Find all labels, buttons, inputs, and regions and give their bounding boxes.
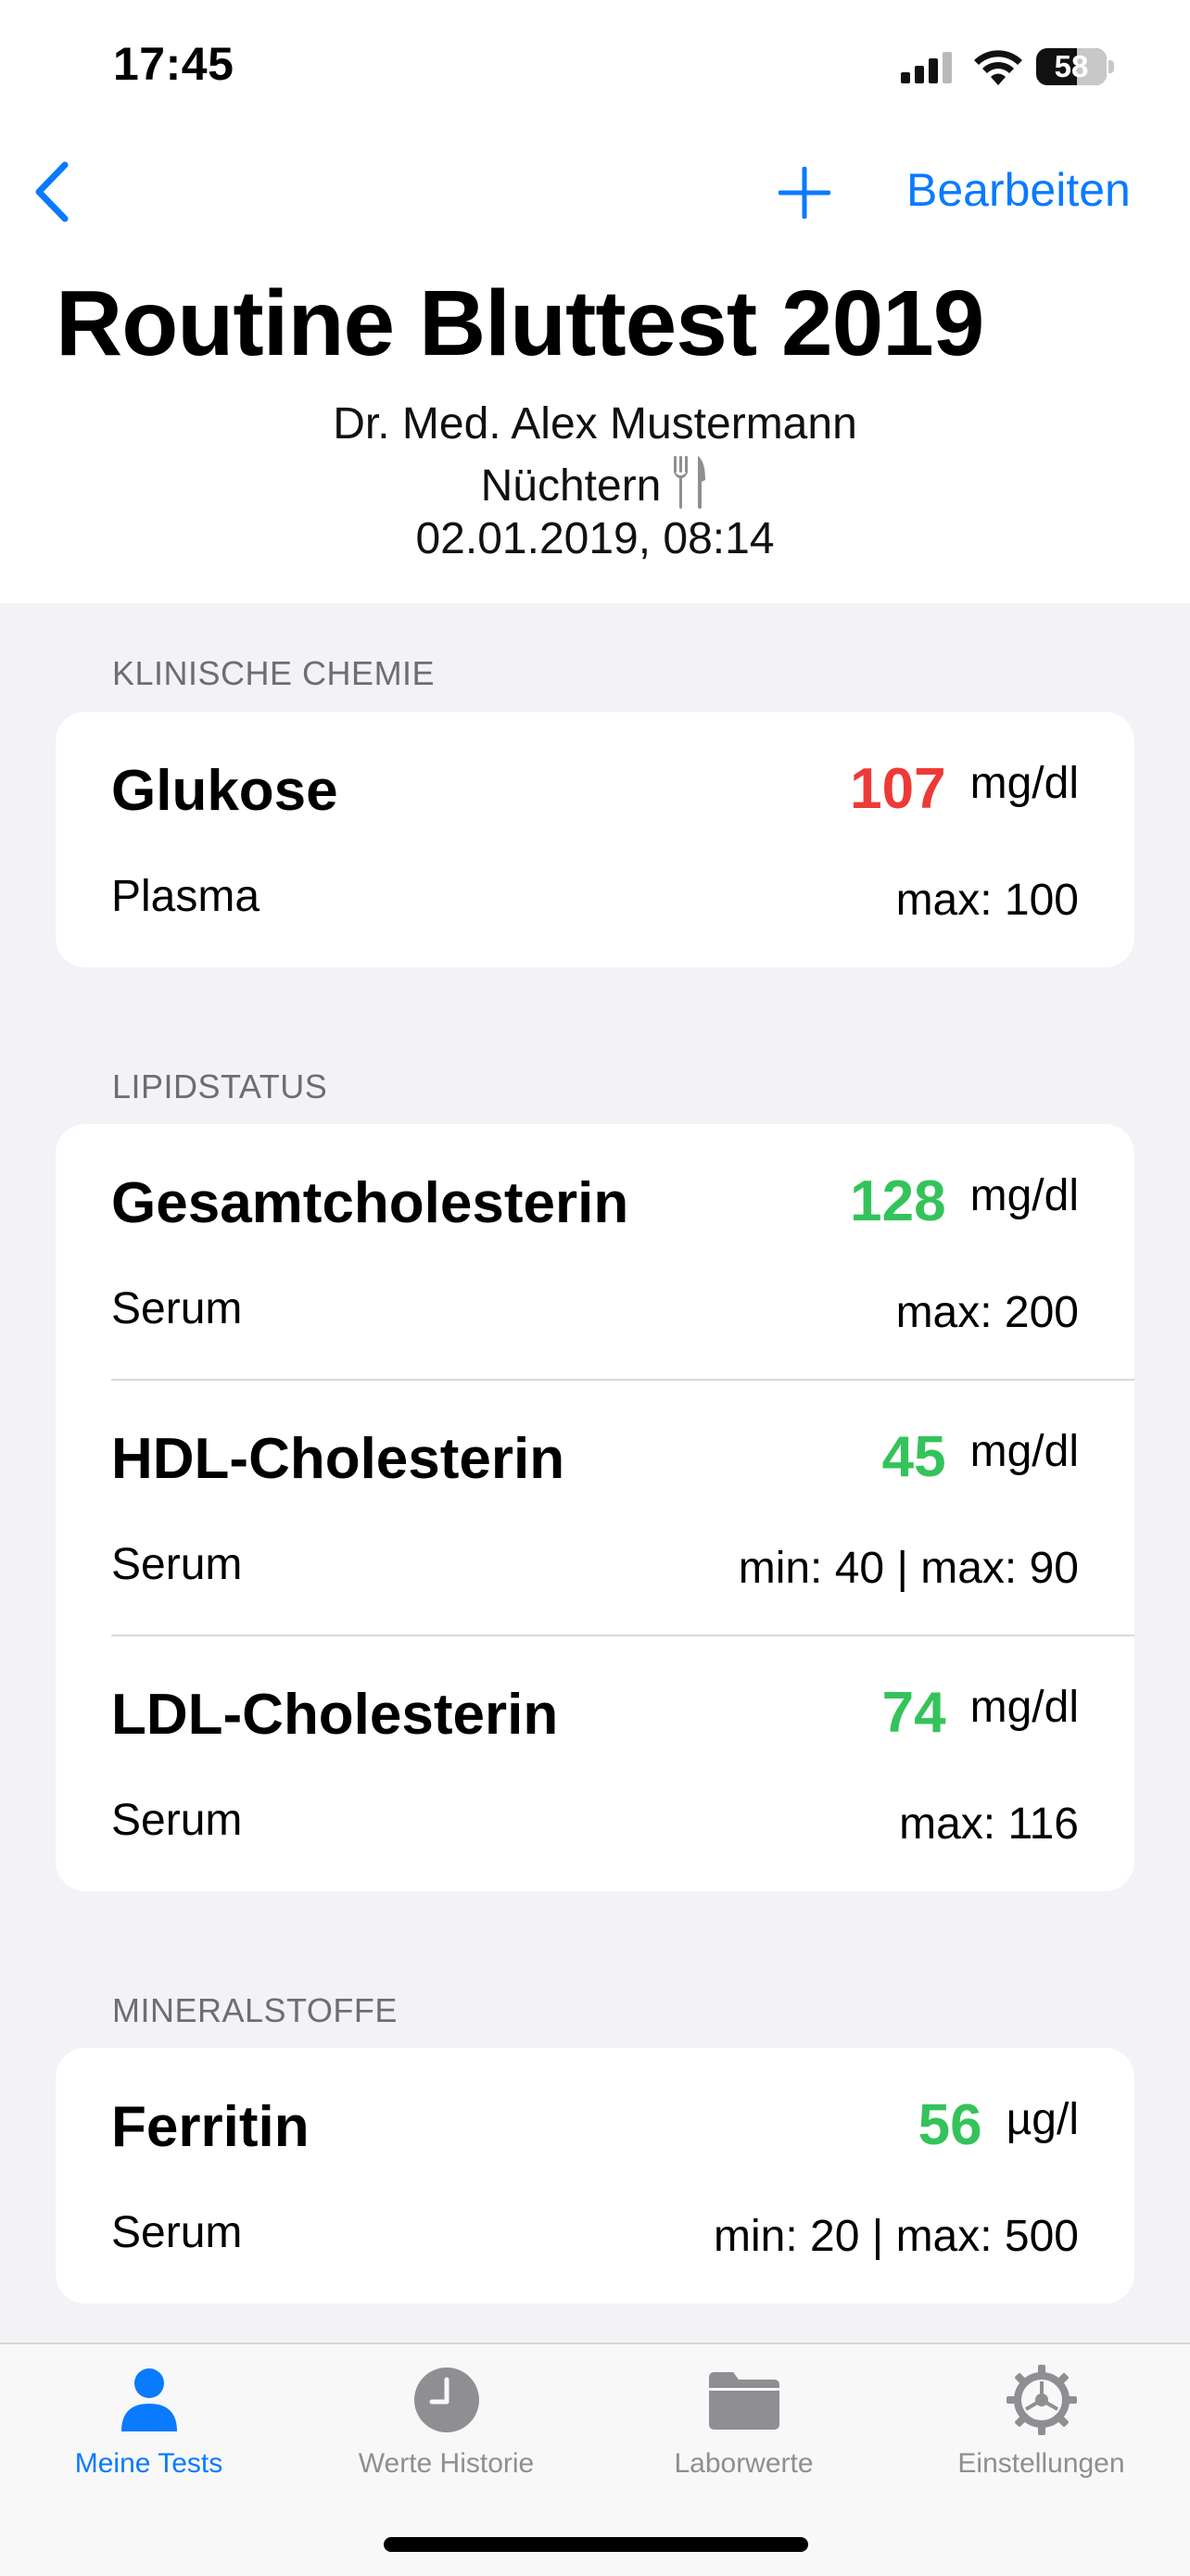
wifi-icon [974,50,1022,85]
fasting-status: Nüchtern [0,456,1190,511]
lab-value-name: Gesamtcholesterin [111,1171,629,1235]
home-indicator [384,2537,808,2552]
tab-laborwerte[interactable]: Laborwerte [595,2363,892,2480]
edit-button[interactable]: Bearbeiten [906,163,1131,217]
lab-value-row[interactable]: Glukose 107 mg/dl Plasma max: 100 [56,712,1134,967]
section-card-lipidstatus: Gesamtcholesterin 128 mg/dl Serum max: 2… [56,1124,1134,1891]
lab-value-sample: Plasma [111,872,260,921]
lab-value-unit: mg/dl [969,1171,1079,1220]
lab-value-range: min: 40 | max: 90 [738,1544,1079,1593]
gear-icon [1006,2365,1077,2435]
lab-value-row[interactable]: Gesamtcholesterin 128 mg/dl Serum max: 2… [56,1124,1134,1380]
battery-level: 58 [1054,49,1089,83]
lab-value-range: max: 200 [895,1288,1079,1337]
lab-value-sample: Serum [111,1796,243,1845]
lab-value-unit: mg/dl [969,759,1079,808]
lab-value-name: Ferritin [111,2095,310,2159]
lab-value-range: max: 116 [899,1799,1079,1849]
folder-icon [708,2372,779,2430]
lab-value-row[interactable]: Ferritin 56 µg/l Serum min: 20 | max: 50… [56,2048,1134,2304]
lab-value-result: 74 [881,1681,946,1745]
lab-value-name: HDL-Cholesterin [111,1427,565,1491]
lab-value-range: max: 100 [895,876,1079,925]
section-label-klinische-chemie: KLINISCHE CHEMIE [112,654,436,692]
lab-value-result: 56 [918,2093,982,2157]
tab-einstellungen[interactable]: Einstellungen [892,2363,1190,2480]
lab-value-row[interactable]: LDL-Cholesterin 74 mg/dl Serum max: 116 [56,1635,1134,1891]
fork-knife-icon [674,456,706,509]
lab-value-sample: Serum [111,1540,243,1589]
fasting-label: Nüchtern [480,461,662,511]
status-time: 17:45 [113,38,234,90]
tab-werte-historie[interactable]: Werte Historie [298,2363,595,2480]
tab-label: Meine Tests [74,2448,223,2479]
lab-value-sample: Serum [111,2208,243,2257]
section-card-mineralstoffe: Ferritin 56 µg/l Serum min: 20 | max: 50… [56,2048,1134,2304]
back-chevron-icon[interactable] [33,159,70,224]
lab-value-result: 107 [850,757,946,821]
person-icon [120,2368,177,2431]
lab-value-name: LDL-Cholesterin [111,1683,559,1747]
lab-value-range: min: 20 | max: 500 [714,2212,1079,2261]
add-icon[interactable] [779,167,830,219]
tab-meine-tests[interactable]: Meine Tests [0,2363,298,2480]
lab-value-unit: mg/dl [969,1683,1079,1732]
page-title: Routine Bluttest 2019 [56,271,984,375]
doctor-name: Dr. Med. Alex Mustermann [333,399,857,448]
lab-value-name: Glukose [111,759,338,823]
cellular-signal-icon [901,52,952,83]
section-label-mineralstoffe: MINERALSTOFFE [112,1991,398,2029]
lab-value-row[interactable]: HDL-Cholesterin 45 mg/dl Serum min: 40 |… [56,1380,1134,1635]
lab-value-result: 45 [881,1425,946,1489]
lab-value-result: 128 [850,1169,946,1233]
lab-value-sample: Serum [111,1284,243,1333]
tab-label: Laborwerte [674,2448,814,2479]
section-label-lipidstatus: LIPIDSTATUS [112,1067,328,1105]
lab-value-unit: µg/l [1006,2095,1079,2144]
test-datetime: 02.01.2019, 08:14 [415,514,775,563]
section-card-klinische-chemie: Glukose 107 mg/dl Plasma max: 100 [56,712,1134,967]
clock-icon [413,2368,479,2432]
tab-label: Einstellungen [957,2448,1125,2479]
battery-icon: 58 [1036,48,1114,85]
tab-label: Werte Historie [358,2448,535,2479]
lab-value-unit: mg/dl [969,1427,1079,1476]
